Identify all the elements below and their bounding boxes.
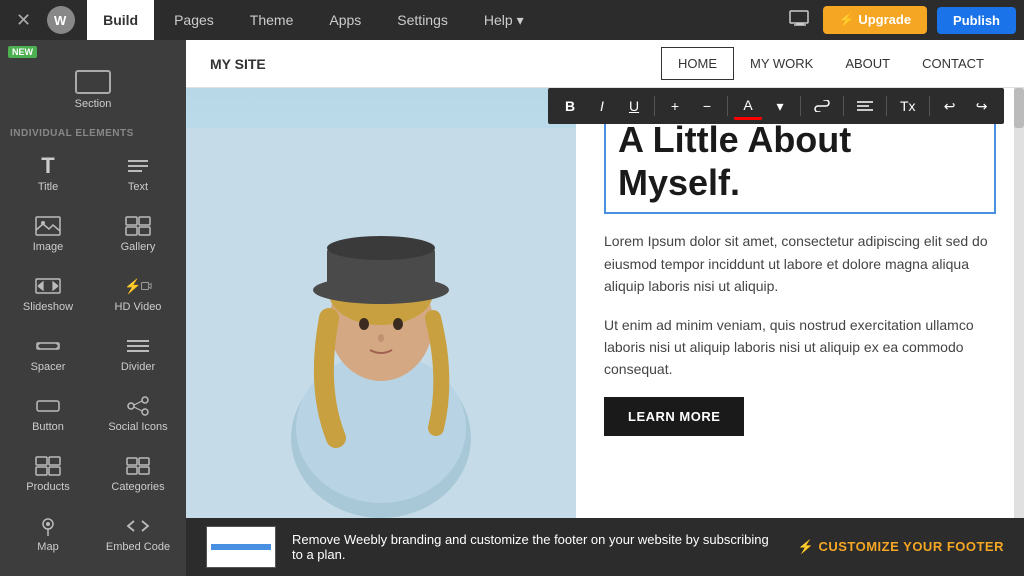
toolbar-undo-button[interactable]: ↩ [936,94,964,119]
sidebar-item-divider[interactable]: Divider [94,325,182,383]
spacer-icon [34,335,62,357]
person-image [186,88,576,518]
sidebar: NEW Section INDIVIDUAL ELEMENTS T Title … [0,40,186,576]
tab-apps[interactable]: Apps [313,0,377,40]
canvas-text-panel: A Little AboutMyself. Lorem Ipsum dolor … [576,88,1024,518]
toolbar-separator-5 [886,96,887,116]
scrollbar-thumb[interactable] [1014,88,1024,128]
weebly-logo: W [47,6,75,34]
sidebar-item-image[interactable]: Image [4,205,92,263]
publish-button[interactable]: Publish [937,7,1016,34]
body-text-paragraph-2: Ut enim ad minim veniam, quis nostrud ex… [604,314,996,381]
new-badge: NEW [8,46,37,58]
toolbar-format-button[interactable]: Tx [893,94,923,118]
toolbar-increase-font-button[interactable]: + [661,94,689,118]
sidebar-item-embed-code[interactable]: Embed Code [94,505,182,563]
tab-pages[interactable]: Pages [158,0,230,40]
embed-code-icon [124,515,152,537]
toolbar-separator [654,96,655,116]
content-area: MY SITE HOME MY WORK ABOUT CONTACT B I U… [186,40,1024,576]
sidebar-item-title[interactable]: T Title [4,145,92,203]
text-edit-toolbar: B I U + − A ▾ Tx ↩ ↪ [548,88,1004,124]
sidebar-item-social-icons[interactable]: Social Icons [94,385,182,443]
sidebar-item-categories[interactable]: Categories [94,445,182,503]
title-icon: T [34,155,62,177]
site-title: MY SITE [210,56,266,72]
sidebar-elements-grid: T Title Text Image [0,143,186,565]
scrollbar-track[interactable] [1014,88,1024,518]
toolbar-separator-6 [929,96,930,116]
main-layout: NEW Section INDIVIDUAL ELEMENTS T Title … [0,40,1024,576]
button-icon [34,395,62,417]
social-icons-icon [124,395,152,417]
footer-upgrade-banner: Remove Weebly branding and customize the… [186,518,1024,576]
nav-item-home[interactable]: HOME [661,47,734,80]
main-heading: A Little AboutMyself. [618,118,982,204]
toolbar-separator-3 [800,96,801,116]
individual-elements-label: INDIVIDUAL ELEMENTS [0,120,186,143]
toolbar-separator-4 [843,96,844,116]
toolbar-redo-button[interactable]: ↪ [968,94,996,119]
sidebar-item-gallery[interactable]: Gallery [94,205,182,263]
site-header-preview: MY SITE HOME MY WORK ABOUT CONTACT [186,40,1024,88]
products-icon [34,455,62,477]
canvas-image-panel [186,88,576,518]
categories-icon [124,455,152,477]
gallery-icon [124,215,152,237]
nav-item-about[interactable]: ABOUT [829,47,906,80]
tab-build[interactable]: Build [87,0,154,40]
page-canvas: A Little AboutMyself. Lorem Ipsum dolor … [186,88,1024,518]
sidebar-item-text[interactable]: Text [94,145,182,203]
section-icon [75,70,111,94]
footer-banner-text: Remove Weebly branding and customize the… [292,532,782,562]
text-icon [124,155,152,177]
top-navigation: ✕ W Build Pages Theme Apps Settings Help… [0,0,1024,40]
toolbar-decrease-font-button[interactable]: − [693,94,721,118]
divider-icon [124,335,152,357]
sidebar-item-map[interactable]: Map [4,505,92,563]
toolbar-link-button[interactable] [807,96,837,116]
sidebar-item-spacer[interactable]: Spacer [4,325,92,383]
toolbar-align-button[interactable] [850,96,880,116]
close-button[interactable]: ✕ [8,6,39,35]
map-icon [34,515,62,537]
toolbar-separator-2 [727,96,728,116]
site-navigation: HOME MY WORK ABOUT CONTACT [661,47,1000,80]
footer-stripe-preview [211,544,271,550]
svg-text:W: W [54,13,67,28]
sidebar-item-hd-video[interactable]: ⚡ HD Video [94,265,182,323]
hd-video-icon: ⚡ [124,275,152,297]
upgrade-button[interactable]: ⚡ Upgrade [823,6,928,34]
customize-footer-button[interactable]: ⚡ CUSTOMIZE YOUR FOOTER [798,539,1004,555]
nav-item-my-work[interactable]: MY WORK [734,47,829,80]
footer-preview-image [206,526,276,568]
device-toggle-button[interactable] [781,6,819,35]
tab-help[interactable]: Help ▾ [468,0,540,40]
sidebar-item-section[interactable]: Section [4,62,182,118]
sidebar-item-products[interactable]: Products [4,445,92,503]
toolbar-font-color-button[interactable]: A [734,93,762,120]
toolbar-italic-button[interactable]: I [588,94,616,118]
lightning-badge: ⚡ [124,278,141,295]
nav-item-contact[interactable]: CONTACT [906,47,1000,80]
toolbar-color-dropdown-button[interactable]: ▾ [766,94,794,119]
toolbar-underline-button[interactable]: U [620,94,648,118]
sidebar-item-slideshow[interactable]: Slideshow [4,265,92,323]
sidebar-item-button[interactable]: Button [4,385,92,443]
body-text-paragraph-1: Lorem Ipsum dolor sit amet, consectetur … [604,230,996,297]
tab-theme[interactable]: Theme [234,0,310,40]
tab-settings[interactable]: Settings [381,0,464,40]
image-icon [34,215,62,237]
slideshow-icon [34,275,62,297]
toolbar-bold-button[interactable]: B [556,94,584,118]
learn-more-button[interactable]: LEARN MORE [604,397,744,436]
